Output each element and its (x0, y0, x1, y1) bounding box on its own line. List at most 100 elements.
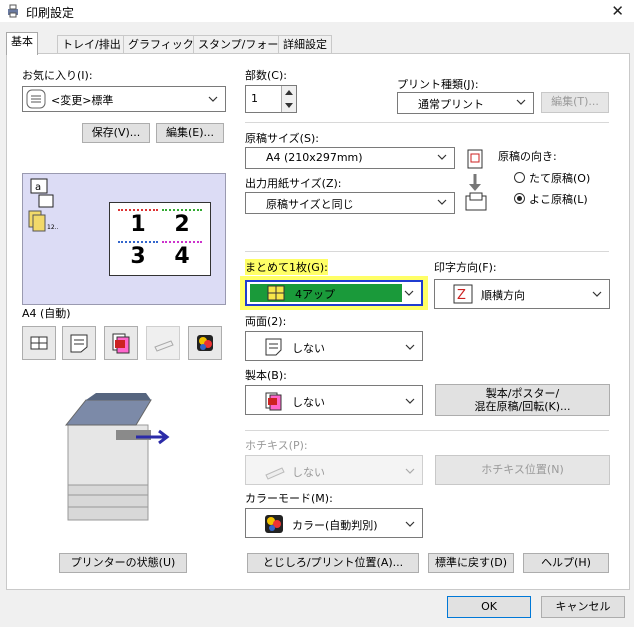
staple-label: ホチキス(P): (245, 439, 308, 452)
copies-stepper[interactable]: 1 (245, 85, 297, 113)
print-direction-select[interactable]: Z 順横方向 (434, 279, 610, 309)
output-size-select[interactable]: 原稿サイズと同じ (245, 192, 455, 214)
landscape-radio[interactable] (514, 193, 525, 204)
booklet-icon (265, 392, 282, 411)
output-size-label: 出力用紙サイズ(Z): (245, 177, 342, 190)
landscape-radio-label: よこ原稿(L) (529, 193, 588, 206)
staple-value: しない (292, 466, 325, 479)
layout-preview: a 12.. 1 2 3 4 (22, 173, 226, 305)
preview-paper-label: A4 (自動) (22, 307, 71, 320)
print-type-value: 通常プリント (418, 98, 484, 111)
chevron-down-icon (405, 468, 415, 474)
booklet-label: 製本(B): (245, 369, 287, 382)
page-number: 1 (118, 209, 158, 239)
svg-text:a: a (35, 182, 41, 193)
portrait-radio[interactable] (514, 172, 525, 183)
original-size-value: A4 (210x297mm) (266, 151, 363, 164)
divider (245, 251, 609, 252)
printer-illustration-icon (64, 393, 170, 521)
edit-favorite-button[interactable]: 編集(E)... (156, 123, 224, 143)
divider (245, 430, 609, 431)
color-mode-select[interactable]: カラー(自動判別) (245, 508, 423, 538)
staple-icon (265, 467, 285, 480)
copies-label: 部数(C): (245, 69, 287, 82)
duplex-label: 両面(2): (245, 315, 287, 328)
tab-advanced[interactable]: 詳細設定 (278, 35, 332, 54)
print-direction-label: 印字方向(F): (434, 261, 497, 274)
booklet-button-line1: 製本/ポスター/ (485, 387, 560, 400)
title-bar: 印刷設定 ✕ (0, 0, 634, 22)
help-button[interactable]: ヘルプ(H) (523, 553, 609, 573)
chevron-down-icon (208, 96, 218, 102)
tab-basic[interactable]: 基本 (6, 32, 38, 55)
page-number: 3 (118, 241, 158, 271)
duplex-value: しない (292, 342, 325, 355)
original-size-select[interactable]: A4 (210x297mm) (245, 147, 455, 169)
document-icon (70, 334, 88, 353)
printer-icon (8, 4, 18, 18)
close-icon[interactable]: ✕ (611, 2, 624, 20)
arrow-up-icon (285, 90, 293, 95)
portrait-radio-label: たて原稿(O) (529, 172, 591, 185)
cancel-button[interactable]: キャンセル (541, 596, 625, 618)
booklet-view-button[interactable] (104, 326, 138, 360)
layout-view-button[interactable] (22, 326, 56, 360)
color-palette-icon (265, 515, 283, 533)
arrow-down-icon (285, 103, 293, 108)
chevron-down-icon (405, 398, 415, 404)
nup-select[interactable]: 4アップ (245, 280, 423, 306)
window-title: 印刷設定 (26, 6, 75, 20)
staple-icon (154, 340, 174, 352)
print-direction-icon: Z (453, 284, 473, 304)
favorites-value: <変更>標準 (51, 94, 114, 107)
copies-value: 1 (251, 92, 258, 105)
chevron-down-icon (516, 99, 526, 105)
print-direction-value: 順横方向 (481, 289, 525, 302)
document-stack-icon: a 12.. (28, 178, 59, 232)
booklet-icon (112, 333, 130, 354)
original-size-label: 原稿サイズ(S): (245, 132, 319, 145)
nup-grid-icon (267, 285, 285, 301)
favorites-label: お気に入り(I): (22, 69, 93, 82)
color-palette-icon (197, 335, 213, 351)
paper-view-button[interactable] (62, 326, 96, 360)
edit-print-type-button[interactable]: 編集(T)... (541, 92, 609, 113)
chevron-down-icon (405, 521, 415, 527)
staple-select[interactable]: しない (245, 455, 423, 485)
copies-increment-button[interactable] (281, 86, 296, 100)
page-number: 2 (162, 209, 202, 239)
output-size-value: 原稿サイズと同じ (266, 198, 354, 211)
color-mode-label: カラーモード(M): (245, 492, 333, 505)
chevron-down-icon (405, 344, 415, 350)
color-view-button[interactable] (188, 326, 222, 360)
printer-status-button[interactable]: プリンターの状態(U) (59, 553, 187, 573)
divider (245, 122, 609, 123)
layout-grid-icon (30, 336, 48, 350)
tab-tray-output[interactable]: トレイ/排出 (57, 35, 126, 54)
nup-value: 4アップ (295, 288, 335, 301)
chevron-down-icon (404, 290, 414, 296)
print-type-select[interactable]: 通常プリント (397, 92, 534, 114)
document-icon (265, 338, 282, 356)
color-mode-value: カラー(自動判別) (292, 519, 378, 532)
nup-page-preview: 1 2 3 4 (109, 202, 211, 276)
duplex-select[interactable]: しない (245, 331, 423, 361)
copies-decrement-button[interactable] (281, 99, 296, 112)
nup-label: まとめて1枚(G): (245, 259, 328, 275)
orientation-label: 原稿の向き: (498, 150, 557, 163)
booklet-select[interactable]: しない (245, 385, 423, 415)
booklet-poster-button[interactable]: 製本/ポスター/ 混在原稿/回転(K)... (435, 384, 610, 416)
save-favorite-button[interactable]: 保存(V)... (82, 123, 150, 143)
reset-defaults-button[interactable]: 標準に戻す(D) (428, 553, 514, 573)
staple-view-button[interactable] (146, 326, 180, 360)
favorites-select[interactable]: <変更>標準 (22, 86, 226, 112)
staple-position-button[interactable]: ホチキス位置(N) (435, 455, 610, 485)
ok-button[interactable]: OK (447, 596, 531, 618)
print-type-label: プリント種類(J): (397, 78, 479, 91)
chevron-down-icon (592, 291, 602, 297)
chevron-down-icon (437, 154, 447, 160)
chevron-down-icon (437, 199, 447, 205)
svg-text:Z: Z (457, 288, 466, 303)
svg-text:12..: 12.. (47, 224, 59, 231)
binding-margin-button[interactable]: とじしろ/プリント位置(A)... (247, 553, 419, 573)
